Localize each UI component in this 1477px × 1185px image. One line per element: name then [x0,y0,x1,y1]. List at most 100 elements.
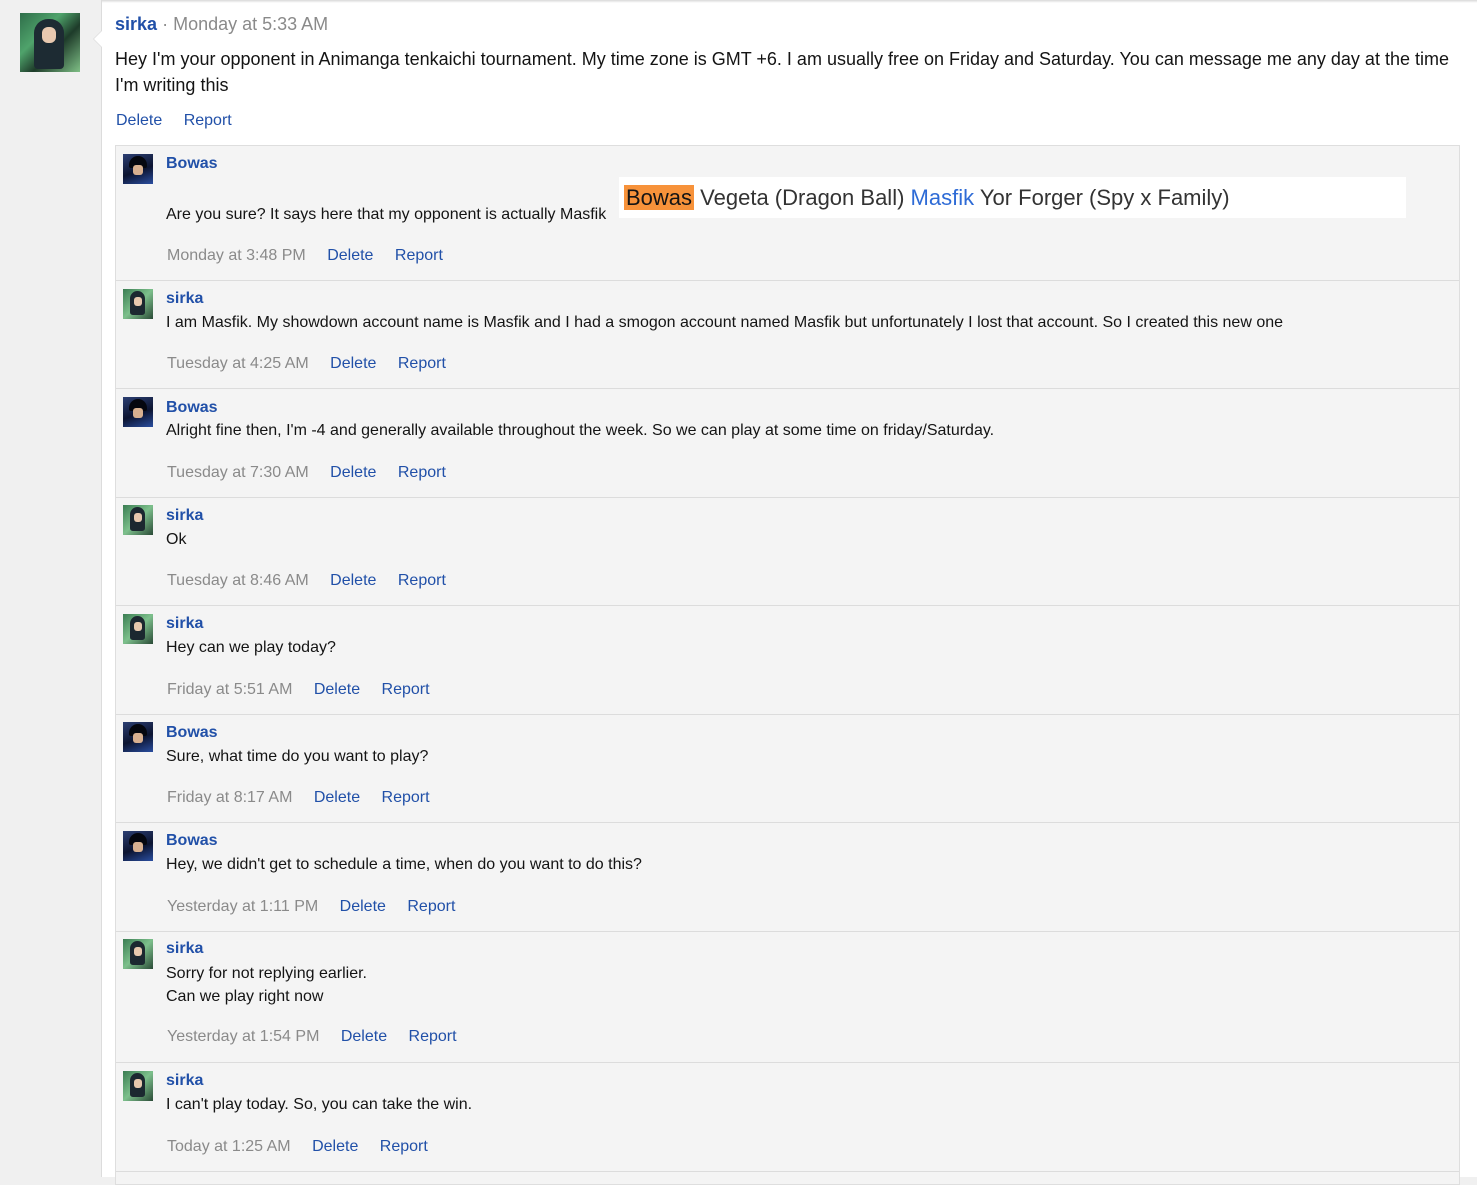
comment-item: sirka Sorry for not replying earlier. Ca… [116,932,1459,1063]
comment-delete-link[interactable]: Delete [341,1028,387,1045]
avatar-face [134,1079,142,1088]
comment-text: Hey can we play today? [166,639,336,656]
comment-meta: Friday at 8:17 AM Delete Report [167,789,447,807]
comment-item: Bowas Hey, we didn't get to schedule a t… [116,823,1459,932]
left-gutter [0,0,101,1177]
comment-author-link[interactable]: sirka [166,940,203,958]
comment-delete-link[interactable]: Delete [330,572,376,589]
embedded-matchup-image: Bowas Vegeta (Dragon Ball) Masfik Yor Fo… [619,177,1406,218]
post-header: sirka · Monday at 5:33 AM [115,14,328,35]
avatar-face [133,733,143,743]
comment-author-link[interactable]: Bowas [166,724,218,742]
comment-meta: Tuesday at 4:25 AM Delete Report [167,355,463,373]
comment-time[interactable]: Yesterday at 1:54 PM [167,1028,319,1045]
comment-text: Are you sure? It says here that my oppon… [166,206,607,223]
comment-item: Bowas Sure, what time do you want to pla… [116,715,1459,823]
comment-author-link[interactable]: sirka [166,1072,203,1090]
comment-avatar[interactable] [123,397,153,427]
avatar-face [134,513,142,522]
avatar-face [133,408,143,418]
comment-author-link[interactable]: Bowas [166,155,218,173]
comment-author-link[interactable]: sirka [166,507,203,525]
comment-text: Alright fine then, I'm -4 and generally … [166,422,995,439]
post-separator: · [162,14,169,34]
comment-meta: Yesterday at 1:54 PM Delete Report [167,1028,474,1046]
avatar-face [134,622,142,631]
comment-time[interactable]: Tuesday at 4:25 AM [167,355,309,372]
comment-meta: Monday at 3:48 PM Delete Report [167,247,460,265]
comment-avatar[interactable] [123,505,153,535]
comment-meta: Tuesday at 8:46 AM Delete Report [167,572,463,590]
comment-meta: Today at 1:25 AM Delete Report [167,1138,445,1156]
comment-avatar[interactable] [123,1071,153,1101]
comment-time[interactable]: Tuesday at 8:46 AM [167,572,309,589]
matchup-player1: Bowas [624,185,695,210]
comment-report-link[interactable]: Report [395,247,443,264]
matchup-character2: Yor Forger (Spy x Family) [979,185,1230,210]
comment-report-link[interactable]: Report [407,898,455,915]
comments-list: Bowas Are you sure? It says here that my… [115,145,1460,1185]
comment-meta: Friday at 5:51 AM Delete Report [167,681,447,699]
comment-delete-link[interactable]: Delete [314,789,360,806]
comment-delete-link[interactable]: Delete [314,681,360,698]
comment-text: Ok [166,531,187,548]
comment-item: Bowas Are you sure? It says here that my… [116,146,1459,281]
comment-time[interactable]: Tuesday at 7:30 AM [167,464,309,481]
matchup-character1: Vegeta (Dragon Ball) [700,185,905,210]
top-shadow [102,0,1477,3]
comment-delete-link[interactable]: Delete [330,464,376,481]
avatar-face [134,297,142,306]
avatar-face [133,842,143,852]
comment-delete-link[interactable]: Delete [330,355,376,372]
comment-report-link[interactable]: Report [382,789,430,806]
matchup-player2: Masfik [910,185,975,210]
comment-report-link[interactable]: Report [398,572,446,589]
post-author-link[interactable]: sirka [115,14,157,34]
comment-time[interactable]: Yesterday at 1:11 PM [167,898,318,915]
comment-text: Sure, what time do you want to play? [166,748,429,765]
comment-time[interactable]: Friday at 5:51 AM [167,681,292,698]
comment-avatar[interactable] [123,831,153,861]
comment-author-link[interactable]: Bowas [166,399,218,417]
comment-avatar[interactable] [123,614,153,644]
comment-report-link[interactable]: Report [382,681,430,698]
comment-item: sirka I can't play today. So, you can ta… [116,1063,1459,1172]
avatar-face [133,165,143,175]
comment-avatar[interactable] [123,722,153,752]
comment-report-link[interactable]: Report [409,1028,457,1045]
comment-item: sirka I am Masfik. My showdown account n… [116,281,1459,389]
comment-author-link[interactable]: sirka [166,290,203,308]
comment-report-link[interactable]: Report [380,1138,428,1155]
post-report-link[interactable]: Report [184,112,232,129]
comment-text-line2: Can we play right now [166,988,324,1005]
comment-item: Bowas Alright fine then, I'm -4 and gene… [116,389,1459,498]
comment-time[interactable]: Monday at 3:48 PM [167,247,306,264]
comment-meta: Tuesday at 7:30 AM Delete Report [167,464,463,482]
comment-text: I am Masfik. My showdown account name is… [166,314,1284,331]
comment-delete-link[interactable]: Delete [340,898,386,915]
avatar-face [42,27,56,43]
comment-text: Hey, we didn't get to schedule a time, w… [166,856,642,873]
post-author-avatar[interactable] [20,13,80,72]
comment-avatar[interactable] [123,289,153,319]
post-time[interactable]: Monday at 5:33 AM [173,14,328,34]
comment-delete-link[interactable]: Delete [327,247,373,264]
avatar-face [134,947,142,956]
post-delete-link[interactable]: Delete [116,112,162,129]
comment-report-link[interactable]: Report [398,464,446,481]
comment-delete-link[interactable]: Delete [312,1138,358,1155]
comment-item: sirka Hey can we play today? Friday at 5… [116,606,1459,715]
comment-time[interactable]: Friday at 8:17 AM [167,789,292,806]
comment-author-link[interactable]: sirka [166,615,203,633]
post-actions: Delete Report [116,112,249,130]
comment-item: sirka Ok Tuesday at 8:46 AM Delete Repor… [116,498,1459,606]
panel-arrow [93,30,102,48]
comment-author-link[interactable]: Bowas [166,832,218,850]
comment-report-link[interactable]: Report [398,355,446,372]
comment-avatar[interactable] [123,939,153,969]
post-body: Hey I'm your opponent in Animanga tenkai… [115,49,1449,95]
comment-meta: Yesterday at 1:11 PM Delete Report [167,898,472,916]
comment-avatar[interactable] [123,154,153,184]
comment-text-line1: Sorry for not replying earlier. [166,965,367,982]
comment-time[interactable]: Today at 1:25 AM [167,1138,291,1155]
